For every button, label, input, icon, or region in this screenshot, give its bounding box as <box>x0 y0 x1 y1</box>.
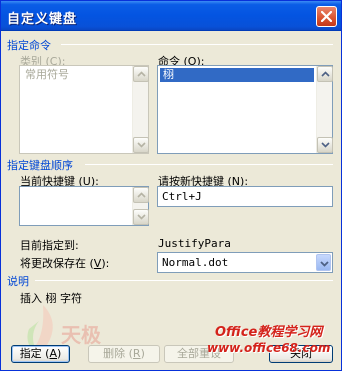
scroll-up-button[interactable] <box>317 66 333 82</box>
command-listbox[interactable]: 栩 <box>157 65 333 154</box>
scroll-up-button[interactable] <box>133 66 149 82</box>
assign-button[interactable]: 指定 (A) <box>11 345 70 363</box>
current-keys-scrollbar[interactable] <box>132 187 149 225</box>
current-keys-listbox[interactable] <box>19 186 149 226</box>
currently-assigned-label: 目前指定到: <box>20 239 79 252</box>
save-in-label: 将更改保存在 (V): <box>20 257 110 270</box>
scroll-down-button[interactable] <box>133 137 149 153</box>
watermark-site-name: Office教程学习网 <box>215 325 323 340</box>
remove-button[interactable]: 删除 (R) <box>88 345 160 363</box>
section-divider <box>85 164 333 165</box>
chevron-up-icon <box>137 71 146 77</box>
section-divider <box>35 280 333 281</box>
category-item[interactable]: 常用符号 <box>22 68 127 82</box>
title-bar: 自定义键盘 <box>1 1 341 31</box>
watermark-url: www.office68.com <box>207 341 331 355</box>
chevron-up-icon <box>137 192 146 198</box>
new-key-input[interactable]: Ctrl+J <box>157 186 333 207</box>
save-in-dropdown[interactable]: Normal.dot <box>157 252 333 273</box>
command-item-selected[interactable]: 栩 <box>160 68 314 82</box>
section-label-description: 说明 <box>7 275 29 288</box>
command-scrollbar[interactable] <box>316 66 333 153</box>
customize-keyboard-dialog: 自定义键盘 指定命令 类别 (C): 常用符号 命令 (O): 栩 指定键盘顺序… <box>0 0 342 371</box>
section-divider <box>61 44 333 45</box>
category-scrollbar[interactable] <box>132 66 149 153</box>
window-title: 自定义键盘 <box>7 12 78 27</box>
chevron-down-icon <box>137 214 146 220</box>
section-label-specify-command: 指定命令 <box>7 39 51 52</box>
category-listbox[interactable]: 常用符号 <box>19 65 149 154</box>
close-icon <box>321 11 332 22</box>
chevron-up-icon <box>321 71 330 77</box>
scroll-down-button[interactable] <box>133 209 149 225</box>
save-in-dropdown-button[interactable] <box>316 254 331 271</box>
close-window-button[interactable] <box>316 6 337 27</box>
currently-assigned-value: JustifyPara <box>158 237 231 250</box>
watermark-brand: 天极 <box>61 323 101 347</box>
save-in-value: Normal.dot <box>162 256 229 269</box>
chevron-down-icon <box>320 261 329 267</box>
scroll-down-button[interactable] <box>317 137 333 153</box>
chevron-down-icon <box>137 142 146 148</box>
chevron-down-icon <box>321 142 330 148</box>
scroll-up-button[interactable] <box>133 187 149 203</box>
section-label-specify-shortcut: 指定键盘顺序 <box>7 159 73 172</box>
